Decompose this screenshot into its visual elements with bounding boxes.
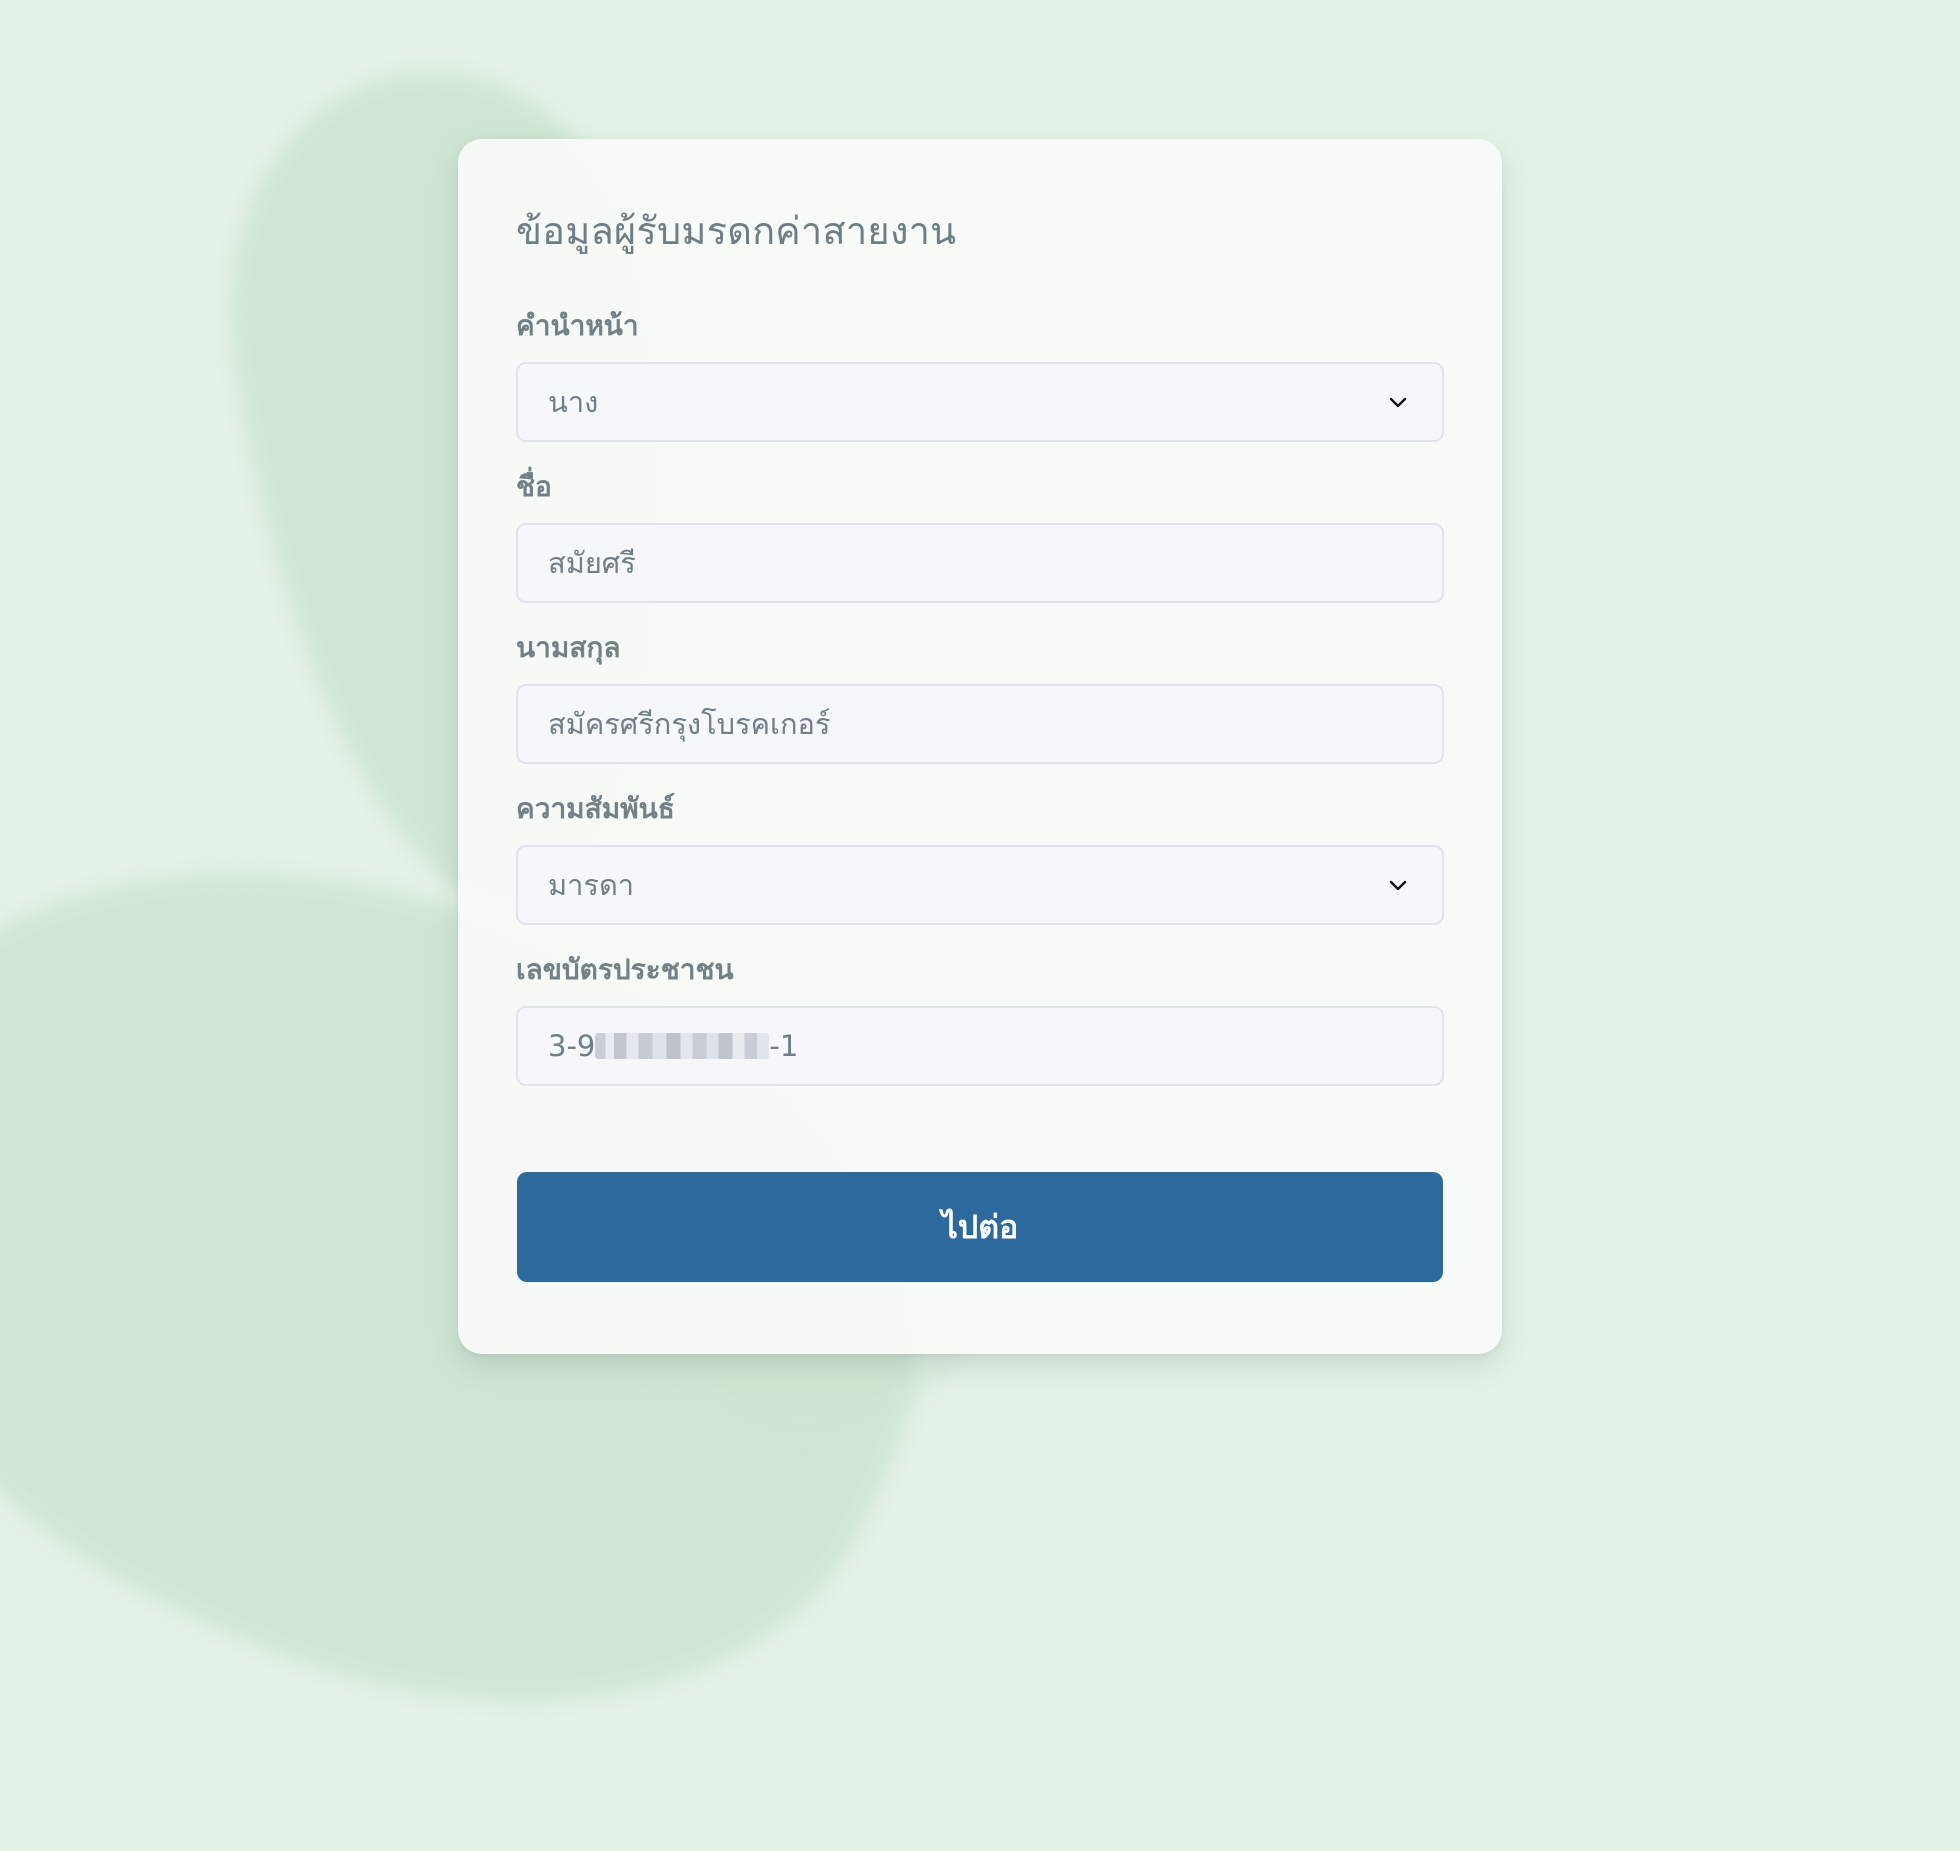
- heir-info-card: ข้อมูลผู้รับมรดกค่าสายงาน คำนำหน้า นาง ช…: [458, 139, 1502, 1354]
- last-name-field[interactable]: สมัครศรีกรุงโบรคเกอร์: [516, 684, 1444, 764]
- title-label: คำนำหน้า: [516, 309, 639, 342]
- form-title: ข้อมูลผู้รับมรดกค่าสายงาน: [516, 209, 957, 253]
- title-select[interactable]: นาง: [516, 362, 1444, 442]
- title-select-value: นาง: [548, 385, 599, 419]
- id-card-suffix: -1: [769, 1029, 799, 1063]
- first-name-value: สมัยศรี: [548, 546, 636, 580]
- last-name-label: นามสกุล: [516, 631, 621, 664]
- id-card-field[interactable]: 3-9 -1: [516, 1006, 1444, 1086]
- last-name-value: สมัครศรีกรุงโบรคเกอร์: [548, 707, 831, 741]
- relationship-label: ความสัมพันธ์: [516, 792, 675, 825]
- first-name-label: ชื่อ: [516, 470, 552, 503]
- id-card-prefix: 3-9: [548, 1029, 596, 1063]
- id-card-value: 3-9 -1: [548, 1029, 798, 1063]
- continue-button[interactable]: ไปต่อ: [517, 1172, 1443, 1282]
- relationship-select[interactable]: มารดา: [516, 845, 1444, 925]
- id-card-label: เลขบัตรประชาชน: [516, 953, 734, 986]
- chevron-down-icon: [1384, 388, 1412, 416]
- chevron-down-icon: [1384, 871, 1412, 899]
- redacted-id-digits: [595, 1033, 770, 1059]
- first-name-field[interactable]: สมัยศรี: [516, 523, 1444, 603]
- relationship-select-value: มารดา: [548, 868, 635, 902]
